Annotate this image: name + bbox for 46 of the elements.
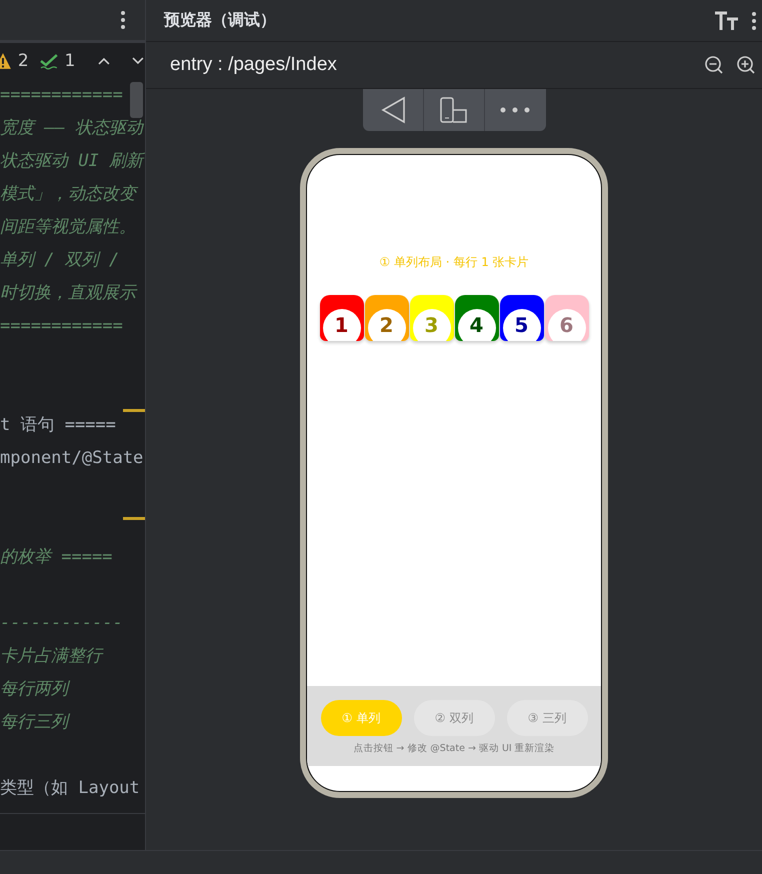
code-comment: 每行三列 (0, 712, 68, 732)
code-comment: 模式」，动态改变 (0, 184, 136, 204)
number-card: 3 (410, 295, 454, 341)
code-line: t 语句 ===== (0, 415, 116, 435)
more-icon[interactable] (121, 11, 125, 29)
code-comment: 卡片占满整行 (0, 646, 102, 666)
code-comment: 时切换，直观展示 (0, 283, 136, 303)
font-size-icon[interactable] (714, 10, 740, 30)
code-comment: 宽度 —— 状态驱动 (0, 118, 143, 138)
number-card: 2 (364, 295, 408, 341)
zoom-in-icon[interactable] (736, 55, 756, 75)
more-icon (500, 107, 530, 113)
layout-button[interactable]: ② 双列 (414, 700, 494, 736)
triangle-icon (380, 96, 406, 124)
change-marker (123, 517, 145, 520)
code-comment: 的枚举 ===== (0, 547, 112, 567)
more-icon[interactable] (752, 12, 756, 30)
layout-button[interactable]: ③ 三列 (506, 700, 588, 736)
change-marker (123, 409, 145, 412)
warning-icon[interactable] (0, 52, 12, 70)
code-line: mponent/@State (0, 448, 144, 468)
code-comment: ------------ (0, 613, 123, 633)
warning-count: 2 (18, 51, 29, 71)
page-route: entry : /pages/Index (170, 54, 337, 76)
check-count: 1 (64, 51, 76, 71)
chevron-up-icon[interactable] (97, 56, 112, 66)
number-card: 6 (544, 295, 588, 341)
layout-button[interactable]: ① 单列 (320, 700, 402, 736)
hint-text: 点击按钮 → 修改 @State → 驱动 UI 重新渲染 (353, 742, 555, 755)
code-line: 类型（如 Layout (0, 778, 140, 798)
check-icon[interactable] (38, 52, 58, 70)
zoom-out-icon[interactable] (704, 55, 724, 75)
chevron-down-icon[interactable] (131, 56, 145, 66)
number-card: 4 (454, 295, 498, 341)
code-comment: ============ (0, 85, 123, 105)
layout-heading: ① 单列布局 · 每行 1 张卡片 (378, 254, 530, 271)
number-card: 1 (320, 295, 364, 341)
number-card: 5 (500, 295, 544, 341)
device-rotate-icon (438, 96, 468, 124)
scrollbar-thumb[interactable] (130, 82, 143, 118)
panel-title: 预览器（调试） (164, 10, 276, 31)
code-comment: 每行两列 (0, 679, 68, 699)
code-comment: 状态驱动 UI 刷新 (0, 151, 143, 171)
code-comment: 单列 / 双列 / (0, 250, 120, 270)
code-comment: 间距等视觉属性。 (0, 217, 136, 237)
code-comment: ============ (0, 316, 123, 336)
